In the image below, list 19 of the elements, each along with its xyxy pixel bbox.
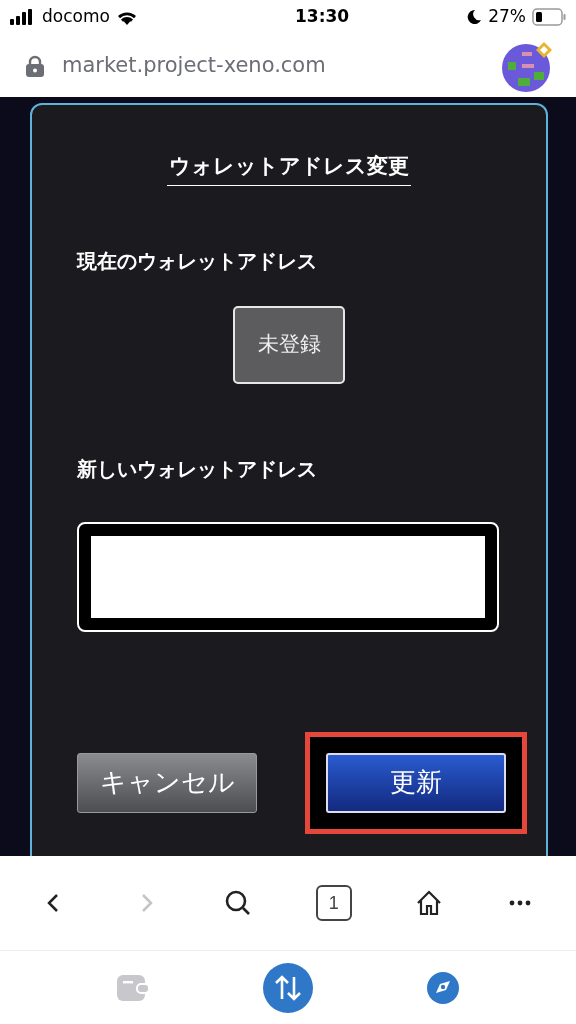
field-label: 現在のウォレットアドレス (77, 247, 318, 275)
tabs-button[interactable]: 1 (315, 885, 352, 921)
battery-percent: 27% (488, 5, 526, 29)
url-text[interactable]: market.project-xeno.com (62, 49, 326, 82)
address-value: 未登録 (233, 305, 345, 384)
clock-time: 13:30 (295, 5, 350, 29)
wifi-icon (115, 9, 138, 25)
address-input[interactable] (77, 521, 499, 632)
swap-icon[interactable] (263, 962, 313, 1013)
moon-icon (466, 9, 483, 25)
carrier-name: docomo (42, 5, 110, 29)
battery-icon (532, 8, 566, 26)
cancel-button[interactable]: キャンセル (77, 752, 257, 813)
update-button[interactable]: 更新 (326, 752, 506, 813)
lock-icon (24, 54, 46, 77)
avatar-icon[interactable] (502, 39, 554, 92)
dialog-title: ウォレットアドレス変更 (167, 151, 411, 186)
field-label: 新しいウォレットアドレス (77, 455, 318, 483)
compass-icon[interactable] (427, 971, 459, 1004)
